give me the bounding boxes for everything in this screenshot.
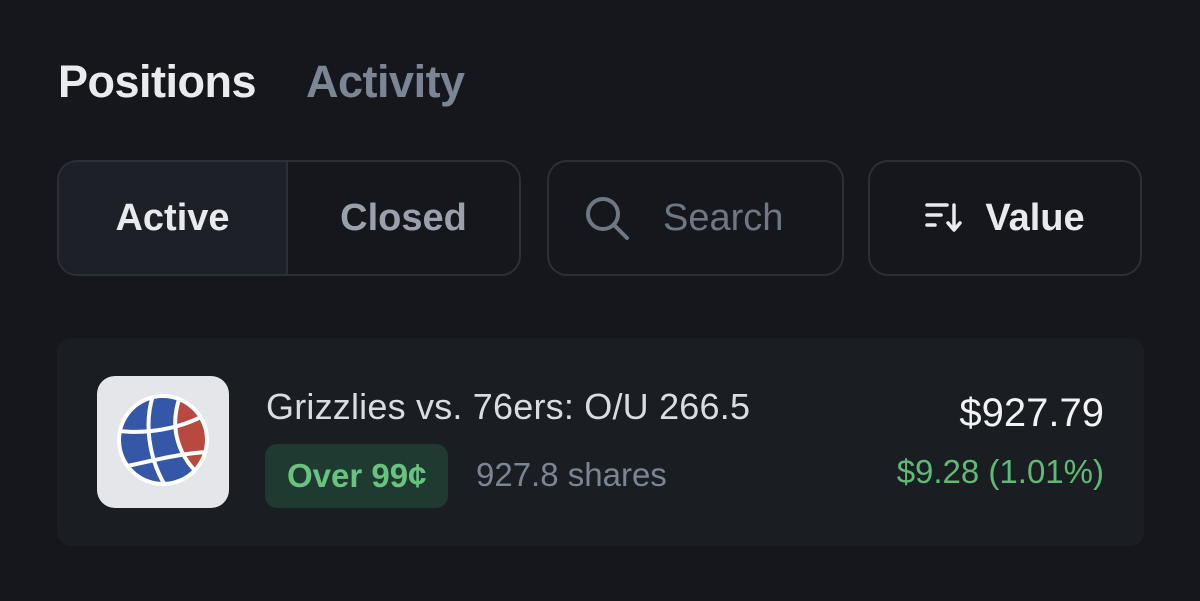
sort-descending-icon <box>925 199 963 238</box>
status-filter: Active Closed <box>57 160 521 276</box>
tab-positions[interactable]: Positions <box>58 56 257 108</box>
position-value: $927.79 <box>959 391 1104 435</box>
filter-active-button[interactable]: Active <box>59 162 288 274</box>
basketball-icon <box>113 390 213 495</box>
tab-activity[interactable]: Activity <box>306 56 465 108</box>
position-card[interactable]: Grizzlies vs. 76ers: O/U 266.5 Over 99¢ … <box>57 338 1144 546</box>
outcome-badge: Over 99¢ <box>265 444 449 508</box>
search-input[interactable] <box>663 196 833 240</box>
positions-controls: Active Closed Value <box>57 160 1142 278</box>
search-icon <box>583 194 631 242</box>
shares-count: 927.8 shares <box>476 456 667 493</box>
market-title: Grizzlies vs. 76ers: O/U 266.5 <box>266 386 751 427</box>
filter-closed-button[interactable]: Closed <box>288 162 519 274</box>
sort-label: Value <box>985 196 1085 239</box>
search-box[interactable] <box>547 160 844 276</box>
market-thumbnail <box>97 376 229 508</box>
tab-bar: Positions Activity <box>58 56 465 108</box>
position-pnl: $9.28 (1.01%) <box>896 453 1104 490</box>
sort-button[interactable]: Value <box>868 160 1142 276</box>
